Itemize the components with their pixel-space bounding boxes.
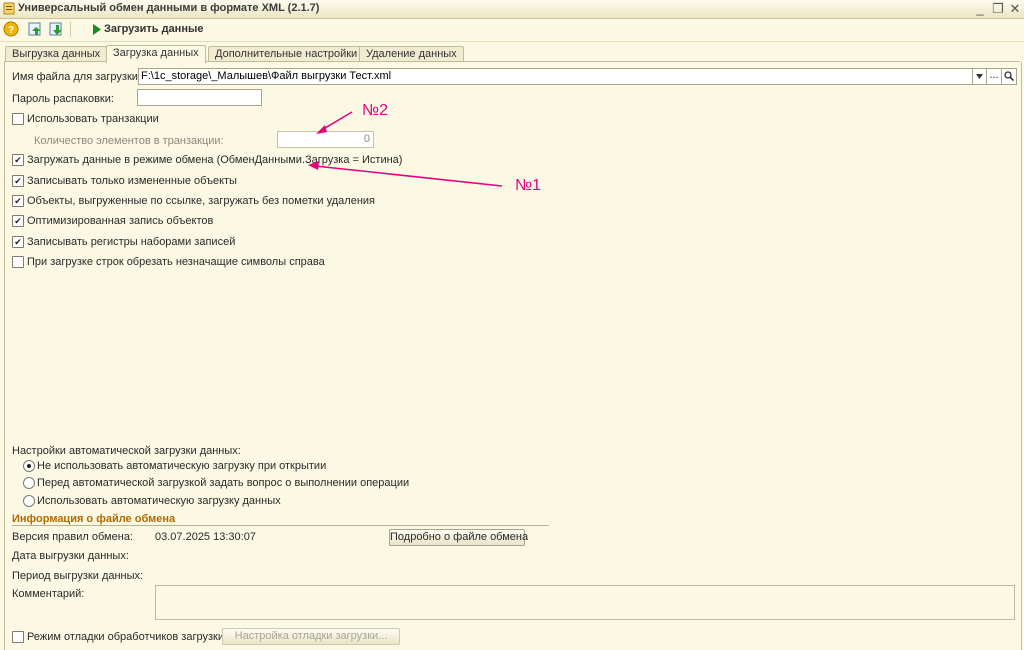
password-label: Пароль распаковки: (12, 93, 114, 105)
auto-load-option-ask-label: Перед автоматической загрузкой задать во… (37, 477, 410, 489)
debug-mode-checkbox[interactable] (12, 631, 24, 643)
close-button[interactable]: ✕ (1007, 1, 1023, 16)
auto-load-option-none[interactable] (23, 460, 35, 472)
file-dropdown-button[interactable] (972, 68, 987, 85)
file-name-value: F:\1c_storage\_Малышев\Файл выгрузки Тес… (141, 70, 392, 82)
changed-only-label: Записывать только измененные объекты (27, 175, 237, 187)
info-section-divider (12, 525, 549, 526)
toolbar: ? Загрузить данные (0, 19, 1024, 42)
save-settings-icon[interactable] (27, 21, 43, 37)
tab-additional-settings[interactable]: Дополнительные настройки (208, 46, 365, 62)
file-browse-button[interactable]: ... (986, 68, 1002, 85)
svg-text:?: ? (8, 25, 14, 36)
check-mark-icon: ✔ (14, 196, 22, 206)
export-date-label: Дата выгрузки данных: (12, 550, 129, 562)
comment-field[interactable] (155, 585, 1015, 620)
help-icon[interactable]: ? (3, 21, 19, 37)
annotation-n1: №1 (515, 177, 542, 194)
use-transactions-checkbox[interactable] (12, 113, 24, 125)
auto-load-option-auto-label: Использовать автоматическую загрузку дан… (37, 495, 281, 507)
trim-label: При загрузке строк обрезать незначащие с… (27, 256, 325, 268)
check-mark-icon: ✔ (14, 176, 22, 186)
radio-dot (27, 464, 31, 468)
comment-label: Комментарий: (12, 588, 85, 600)
use-transactions-label: Использовать транзакции (27, 113, 159, 125)
restore-settings-icon[interactable] (48, 21, 64, 37)
minimize-button[interactable]: _ (972, 1, 988, 16)
tab-export[interactable]: Выгрузка данных (5, 46, 108, 62)
trim-checkbox[interactable] (12, 256, 24, 268)
check-mark-icon: ✔ (14, 155, 22, 165)
tx-count-label: Количество элементов в транзакции: (34, 135, 224, 147)
annotation-n2: №2 (362, 102, 389, 119)
play-icon[interactable] (92, 24, 101, 35)
file-name-input[interactable]: F:\1c_storage\_Малышев\Файл выгрузки Тес… (138, 68, 973, 85)
load-data-button[interactable]: Загрузить данные (104, 23, 203, 35)
title-bar: Универсальный обмен данными в формате XM… (0, 0, 1024, 19)
toolbar-separator (70, 22, 71, 37)
import-tab-panel (4, 62, 1022, 650)
changed-only-checkbox[interactable]: ✔ (12, 175, 24, 187)
by-ref-checkbox[interactable]: ✔ (12, 195, 24, 207)
check-mark-icon: ✔ (14, 216, 22, 226)
chevron-down-icon (976, 74, 983, 79)
by-ref-label: Объекты, выгруженные по ссылке, загружат… (27, 195, 376, 207)
registers-label: Записывать регистры наборами записей (27, 236, 236, 248)
rules-version-label: Версия правил обмена: (12, 531, 133, 543)
rules-version-value: 03.07.2025 13:30:07 (155, 531, 256, 543)
export-period-label: Период выгрузки данных: (12, 570, 144, 582)
exchange-mode-label: Загружать данные в режиме обмена (ОбменД… (27, 154, 403, 166)
password-input[interactable] (137, 89, 262, 106)
tab-import[interactable]: Загрузка данных (106, 45, 206, 63)
registers-checkbox[interactable]: ✔ (12, 236, 24, 248)
optimized-label: Оптимизированная запись объектов (27, 215, 214, 227)
exchange-file-details-button[interactable]: Подробно о файле обмена (389, 529, 528, 546)
tx-count-value: 0 (363, 133, 370, 145)
tab-delete-data[interactable]: Удаление данных (359, 46, 464, 62)
auto-load-option-auto[interactable] (23, 495, 35, 507)
tx-count-input[interactable]: 0 (277, 131, 374, 148)
app-icon (3, 2, 15, 15)
info-section-header: Информация о файле обмена (12, 513, 176, 525)
check-mark-icon: ✔ (14, 237, 22, 247)
auto-load-label: Настройки автоматической загрузки данных… (12, 445, 241, 457)
debug-settings-button[interactable]: Настройка отладки загрузки... (222, 628, 400, 645)
optimized-checkbox[interactable]: ✔ (12, 215, 24, 227)
file-open-button[interactable] (1001, 68, 1017, 85)
file-name-label: Имя файла для загрузки: (12, 71, 141, 83)
magnifier-icon (1004, 71, 1014, 81)
auto-load-option-ask[interactable] (23, 477, 35, 489)
restore-button[interactable]: ❐ (990, 1, 1006, 16)
exchange-mode-checkbox[interactable]: ✔ (12, 154, 24, 166)
auto-load-option-none-label: Не использовать автоматическую загрузку … (37, 460, 327, 472)
window-title: Универсальный обмен данными в формате XM… (18, 2, 320, 14)
debug-mode-label: Режим отладки обработчиков загрузки (27, 631, 224, 643)
